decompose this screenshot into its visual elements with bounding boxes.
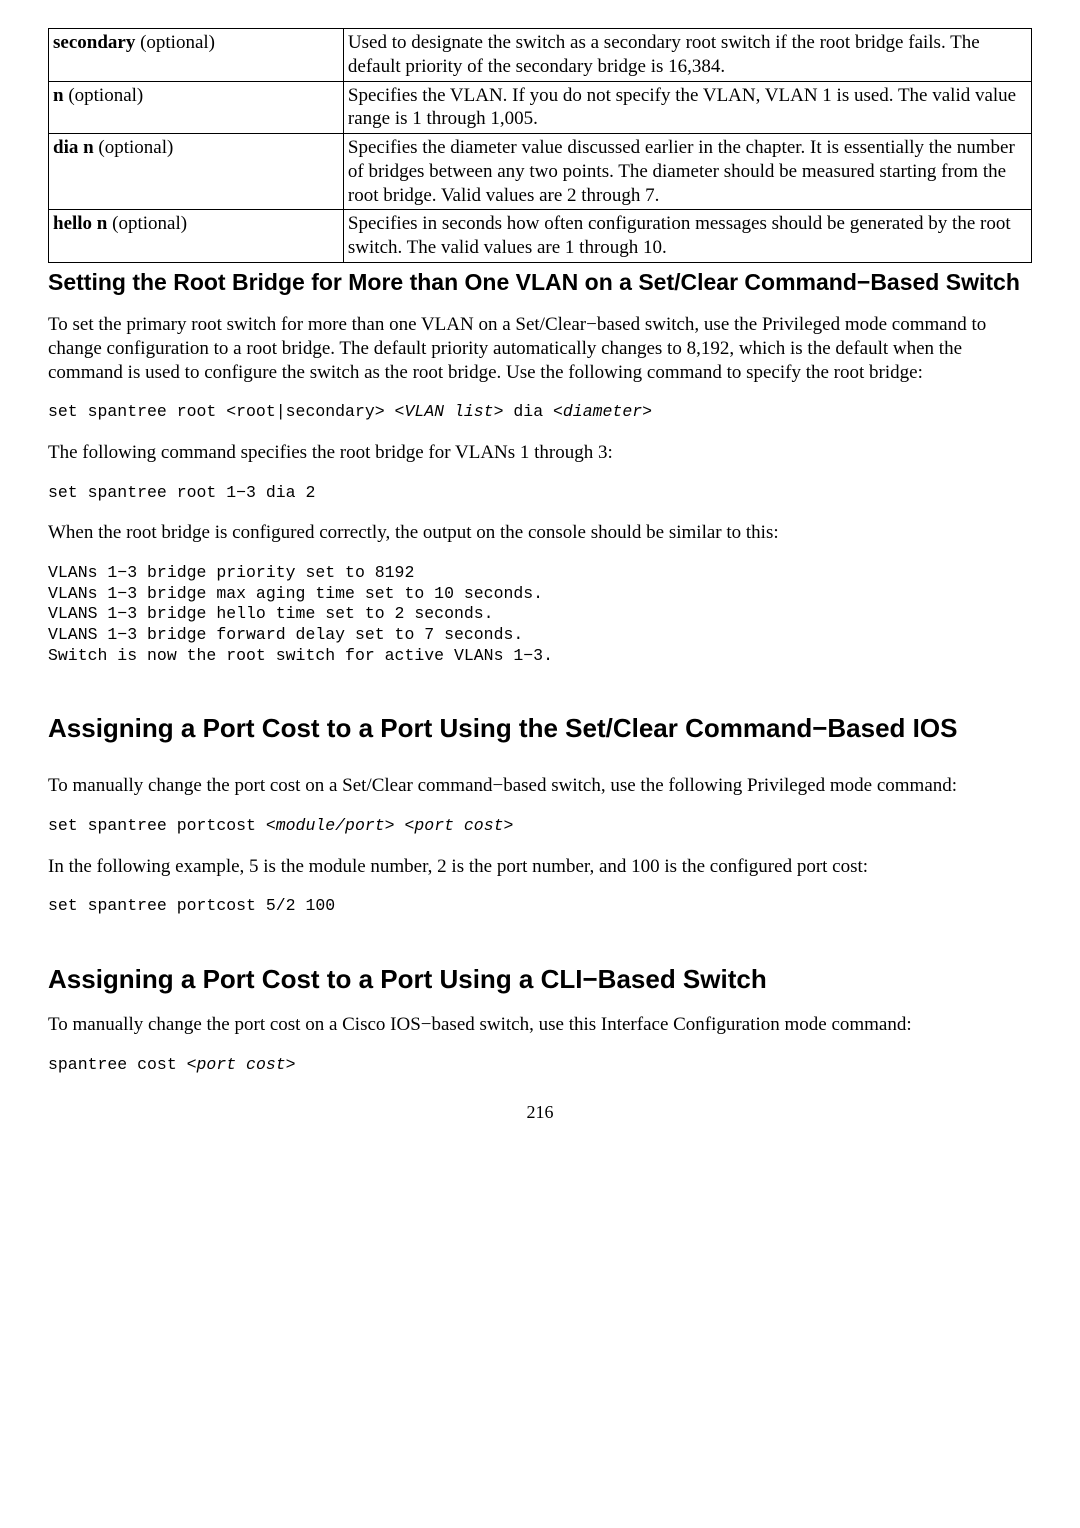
paragraph: To set the primary root switch for more … [48, 313, 1032, 384]
section-heading-port-cost-setclear: Assigning a Port Cost to a Port Using th… [48, 714, 1032, 744]
code-block: set spantree portcost <module/port> <por… [48, 816, 1032, 837]
option-label: hello n [53, 213, 107, 234]
table-row: hello n (optional) Specifies in seconds … [49, 210, 1032, 263]
options-table: secondary (optional) Used to designate t… [48, 28, 1032, 263]
paragraph: In the following example, 5 is the modul… [48, 855, 1032, 879]
paragraph: When the root bridge is configured corre… [48, 521, 1032, 545]
option-label-suffix: (optional) [64, 85, 144, 106]
option-desc: Specifies the diameter value discussed e… [343, 134, 1031, 210]
table-row: dia n (optional) Specifies the diameter … [49, 134, 1032, 210]
table-row: n (optional) Specifies the VLAN. If you … [49, 81, 1032, 134]
option-label: secondary [53, 32, 135, 53]
option-label-suffix: (optional) [107, 213, 187, 234]
code-block: spantree cost <port cost> [48, 1055, 1032, 1076]
option-desc: Used to designate the switch as a second… [343, 29, 1031, 82]
code-block: set spantree root 1−3 dia 2 [48, 483, 1032, 504]
paragraph: To manually change the port cost on a Se… [48, 774, 1032, 798]
code-block: VLANs 1−3 bridge priority set to 8192 VL… [48, 563, 1032, 666]
table-row: secondary (optional) Used to designate t… [49, 29, 1032, 82]
option-label-suffix: (optional) [94, 137, 174, 158]
paragraph: To manually change the port cost on a Ci… [48, 1013, 1032, 1037]
option-desc: Specifies the VLAN. If you do not specif… [343, 81, 1031, 134]
option-label-suffix: (optional) [135, 32, 215, 53]
page-number: 216 [48, 1101, 1032, 1124]
code-block: set spantree portcost 5/2 100 [48, 896, 1032, 917]
section-heading-root-bridge: Setting the Root Bridge for More than On… [48, 269, 1032, 295]
option-label: n [53, 85, 64, 106]
code-block: set spantree root <root|secondary> <VLAN… [48, 402, 1032, 423]
option-desc: Specifies in seconds how often configura… [343, 210, 1031, 263]
section-heading-port-cost-cli: Assigning a Port Cost to a Port Using a … [48, 965, 1032, 995]
paragraph: The following command specifies the root… [48, 441, 1032, 465]
option-label: dia n [53, 137, 94, 158]
